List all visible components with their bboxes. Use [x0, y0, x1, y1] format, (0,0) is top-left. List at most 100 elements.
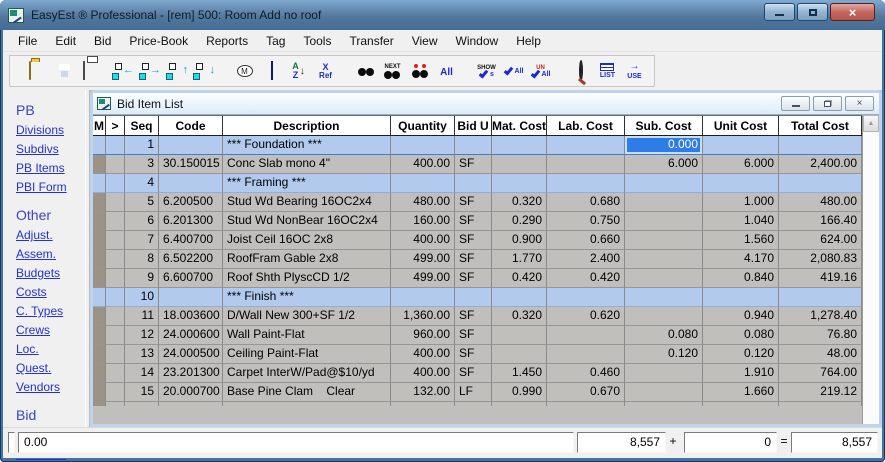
- memo-button[interactable]: M: [231, 57, 258, 85]
- cell-quantity[interactable]: 160.00: [391, 212, 455, 231]
- cell-description[interactable]: *** Finish ***: [223, 288, 391, 307]
- cell-code[interactable]: 24.000500: [159, 345, 223, 364]
- menu-view[interactable]: View: [403, 32, 447, 50]
- vertical-scrollbar[interactable]: ▲: [862, 115, 879, 424]
- cell-total-cost[interactable]: 1,278.40: [779, 307, 862, 326]
- cell-pointer[interactable]: [106, 136, 125, 155]
- cell-unit-cost[interactable]: 0.940: [703, 307, 779, 326]
- cell-marker[interactable]: [93, 212, 106, 231]
- cell-description[interactable]: Joist Ceil 16OC 2x8: [223, 231, 391, 250]
- cell-seq[interactable]: 12: [125, 326, 159, 345]
- find-marked-button[interactable]: [406, 57, 433, 85]
- scrollbar-track[interactable]: [863, 132, 879, 424]
- cell-quantity[interactable]: [391, 174, 455, 193]
- cell-marker[interactable]: [93, 136, 106, 155]
- save-button[interactable]: [43, 57, 70, 85]
- menu-price-book[interactable]: Price-Book: [120, 32, 197, 50]
- cell-total-cost[interactable]: 480.00: [779, 193, 862, 212]
- sidebar-item-pbi-form[interactable]: PBI Form: [16, 180, 85, 194]
- cell-bid-unit[interactable]: SF: [455, 269, 492, 288]
- list-button[interactable]: LIST: [594, 57, 621, 85]
- cell-sub-cost[interactable]: [625, 307, 703, 326]
- cell-description[interactable]: *** Framing ***: [223, 174, 391, 193]
- cell-quantity[interactable]: 499.00: [391, 250, 455, 269]
- child-close-button[interactable]: ×: [845, 96, 874, 111]
- cell-description[interactable]: Wall Paint-Flat: [223, 326, 391, 345]
- cell-marker[interactable]: [93, 307, 106, 326]
- sidebar-item-vendors[interactable]: Vendors: [16, 380, 85, 394]
- cell-quantity[interactable]: [391, 136, 455, 155]
- cell-sub-cost[interactable]: [625, 193, 703, 212]
- cell-marker[interactable]: [93, 269, 106, 288]
- open-button[interactable]: [16, 57, 43, 85]
- cell-lab-cost[interactable]: 0.460: [547, 364, 625, 383]
- cell-marker[interactable]: [93, 174, 106, 193]
- cell-code[interactable]: 6.200500: [159, 193, 223, 212]
- cell-description[interactable]: Roof Shth PlyscCD 1/2: [223, 269, 391, 288]
- move-item-down-button[interactable]: ↓: [191, 57, 218, 85]
- cell-code[interactable]: 6.600700: [159, 269, 223, 288]
- move-item-right-button[interactable]: →: [137, 57, 164, 85]
- show-checks-button[interactable]: SHOW s: [473, 57, 500, 85]
- cell-marker[interactable]: [93, 193, 106, 212]
- cell-bid-unit[interactable]: [455, 136, 492, 155]
- cell-lab-cost[interactable]: 0.680: [547, 193, 625, 212]
- child-minimize-button[interactable]: [781, 96, 810, 111]
- cell-sub-cost[interactable]: 0.080: [625, 326, 703, 345]
- sidebar-item-crews[interactable]: Crews: [16, 323, 85, 337]
- cell-code[interactable]: 6.201300: [159, 212, 223, 231]
- minimize-button[interactable]: [764, 3, 795, 21]
- child-restore-button[interactable]: [813, 96, 842, 111]
- cell-description[interactable]: Stud Wd NonBear 16OC2x4: [223, 212, 391, 231]
- cell-total-cost[interactable]: 166.40: [779, 212, 862, 231]
- cell-sub-cost[interactable]: [625, 288, 703, 307]
- cell-description[interactable]: *** Foundation ***: [223, 136, 391, 155]
- cell-mat-cost[interactable]: [492, 326, 547, 345]
- move-item-up-button[interactable]: ↑: [164, 57, 191, 85]
- cell-pointer[interactable]: [106, 364, 125, 383]
- cell-code[interactable]: [159, 288, 223, 307]
- cell-code[interactable]: 20.000700: [159, 383, 223, 402]
- cell-description[interactable]: D/Wall New 300+SF 1/2: [223, 307, 391, 326]
- close-button[interactable]: ×: [830, 3, 875, 21]
- cell-description[interactable]: Base Pine Clam Clear: [223, 383, 391, 402]
- cell-mat-cost[interactable]: 0.290: [492, 212, 547, 231]
- cell-quantity[interactable]: 1,360.00: [391, 307, 455, 326]
- sidebar-item-assem[interactable]: Assem.: [16, 247, 85, 261]
- cell-lab-cost[interactable]: [547, 326, 625, 345]
- cell-code[interactable]: [159, 174, 223, 193]
- cell-pointer[interactable]: [106, 383, 125, 402]
- cell-unit-cost[interactable]: [703, 136, 779, 155]
- cell-mat-cost[interactable]: 0.320: [492, 193, 547, 212]
- cell-lab-cost[interactable]: 0.620: [547, 307, 625, 326]
- cell-total-cost[interactable]: 419.16: [779, 269, 862, 288]
- cell-bid-unit[interactable]: [455, 174, 492, 193]
- cell-code[interactable]: 6.400700: [159, 231, 223, 250]
- menu-transfer[interactable]: Transfer: [340, 32, 402, 50]
- cell-pointer[interactable]: [106, 250, 125, 269]
- menu-reports[interactable]: Reports: [197, 32, 257, 50]
- cell-bid-unit[interactable]: LF: [455, 383, 492, 402]
- cell-sub-cost[interactable]: [625, 212, 703, 231]
- cell-seq[interactable]: 6: [125, 212, 159, 231]
- menu-tools[interactable]: Tools: [294, 32, 340, 50]
- cell-description[interactable]: Conc Slab mono 4": [223, 155, 391, 174]
- cell-bid-unit[interactable]: SF: [455, 364, 492, 383]
- cell-quantity[interactable]: 400.00: [391, 364, 455, 383]
- cell-unit-cost[interactable]: 1.560: [703, 231, 779, 250]
- cell-seq[interactable]: 4: [125, 174, 159, 193]
- cell-pointer[interactable]: [106, 155, 125, 174]
- cell-seq[interactable]: 13: [125, 345, 159, 364]
- cell-bid-unit[interactable]: SF: [455, 250, 492, 269]
- cell-marker[interactable]: [93, 345, 106, 364]
- cell-unit-cost[interactable]: 0.080: [703, 326, 779, 345]
- cell-mat-cost[interactable]: [492, 136, 547, 155]
- cell-seq[interactable]: 3: [125, 155, 159, 174]
- cell-sub-cost[interactable]: [625, 231, 703, 250]
- cell-mat-cost[interactable]: 0.990: [492, 383, 547, 402]
- preview-button[interactable]: [567, 57, 594, 85]
- cell-quantity[interactable]: [391, 288, 455, 307]
- cell-unit-cost[interactable]: 1.660: [703, 383, 779, 402]
- check-all-button[interactable]: All: [500, 57, 527, 85]
- cell-total-cost[interactable]: [779, 288, 862, 307]
